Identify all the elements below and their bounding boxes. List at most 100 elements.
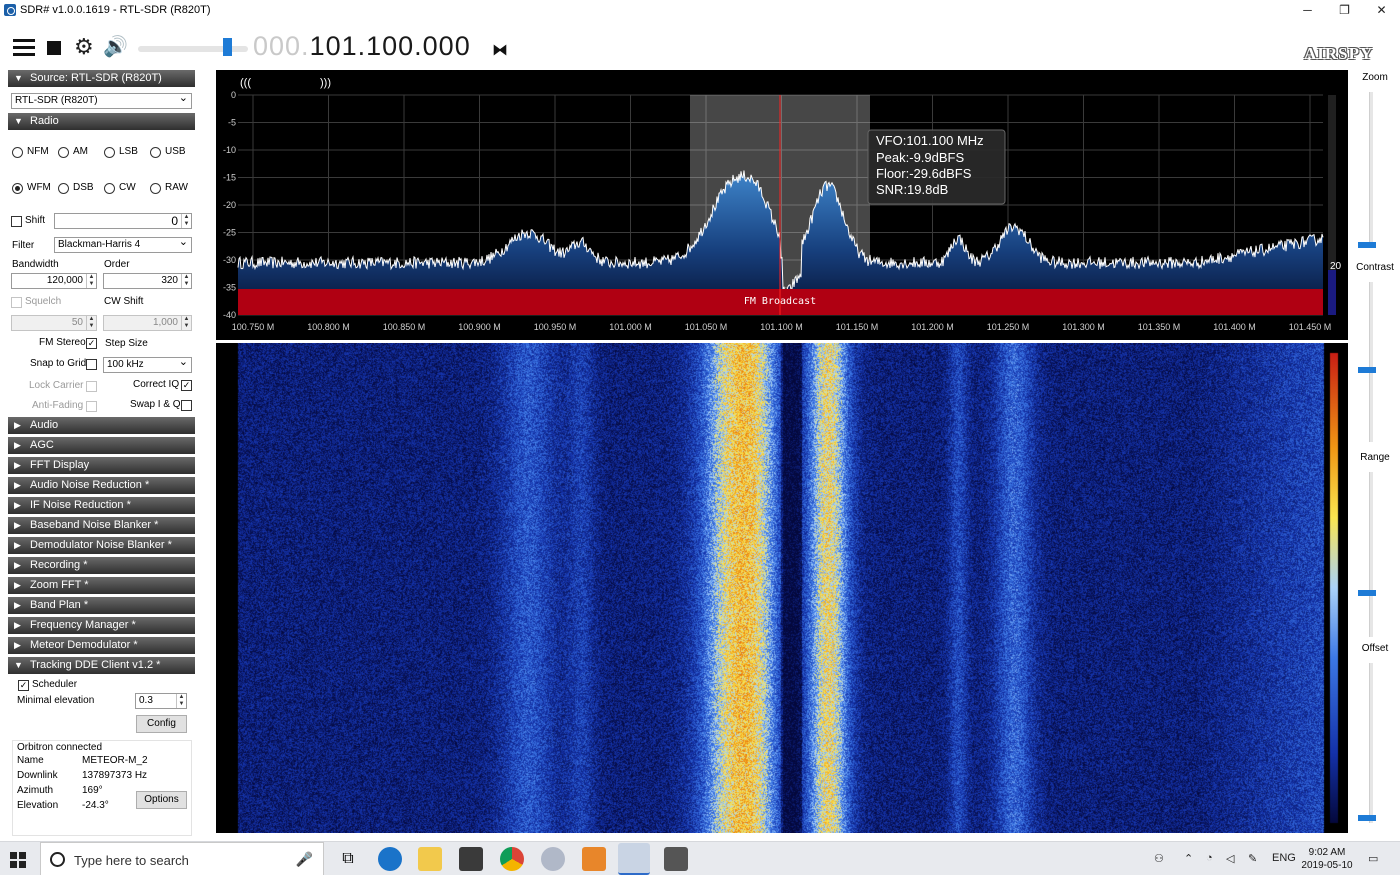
- contrast-slider-thumb[interactable]: [1358, 367, 1376, 373]
- plugin-section-zoom-fft[interactable]: ▶ Zoom FFT *: [8, 577, 195, 594]
- task-view-icon[interactable]: ⧉: [336, 847, 360, 871]
- stop-icon[interactable]: [47, 41, 61, 55]
- mode-radio-usb[interactable]: [150, 147, 161, 158]
- chrome-icon[interactable]: [500, 847, 524, 871]
- microphone-icon[interactable]: 🎤: [296, 851, 313, 868]
- correct-iq-checkbox[interactable]: ✓: [181, 380, 192, 391]
- bandwidth-input[interactable]: 120,000 ▲ ▼: [11, 273, 97, 289]
- app-icon-grey[interactable]: [664, 847, 688, 871]
- plugin-section-agc[interactable]: ▶ AGC: [8, 437, 195, 454]
- mail-icon[interactable]: [459, 847, 483, 871]
- swap-iq-checkbox[interactable]: [181, 400, 192, 411]
- frequency-display[interactable]: 000.101.100.000: [253, 31, 471, 62]
- plugin-section-fft-display[interactable]: ▶ FFT Display: [8, 457, 195, 474]
- language-indicator[interactable]: ENG: [1272, 852, 1296, 864]
- radio-section-header[interactable]: ▼ Radio: [8, 113, 195, 130]
- show-hidden-icons-chevron-icon[interactable]: ⌃: [1184, 852, 1193, 865]
- plugin-section-frequency-manager[interactable]: ▶ Frequency Manager *: [8, 617, 195, 634]
- tooltip-vfo: VFO:101.100 MHz: [876, 133, 984, 148]
- speaker-icon[interactable]: 🔊: [103, 36, 128, 58]
- squelch-input[interactable]: 50 ▲ ▼: [11, 315, 97, 331]
- filter-select[interactable]: Blackman-Harris 4: [54, 235, 192, 253]
- range-slider-thumb[interactable]: [1358, 590, 1376, 596]
- tracking-section-header[interactable]: ▼ Tracking DDE Client v1.2 *: [8, 657, 195, 674]
- orbitron-icon[interactable]: [541, 847, 565, 871]
- menu-icon[interactable]: [13, 39, 35, 57]
- filter-label: Filter: [12, 240, 35, 251]
- network-icon[interactable]: ◔: [1206, 852, 1213, 864]
- name-label: Name: [17, 755, 44, 766]
- volume-icon[interactable]: ◁: [1226, 852, 1234, 865]
- file-explorer-icon[interactable]: [418, 847, 442, 871]
- spectrum-plot[interactable]: 0 -5 -10 -15 -20 -25 -30 -35 -40 100.750 M 100.800…: [216, 70, 1348, 340]
- mode-radio-cw[interactable]: [104, 183, 115, 194]
- cw-shift-input[interactable]: 1,000 ▲ ▼: [103, 315, 192, 331]
- app-icon-burst[interactable]: [582, 847, 606, 871]
- plugin-section-baseband-noise-blanker[interactable]: ▶ Baseband Noise Blanker *: [8, 517, 195, 534]
- search-placeholder: Type here to search: [74, 853, 189, 868]
- minimize-button[interactable]: ─: [1289, 0, 1326, 20]
- close-button[interactable]: ✕: [1363, 0, 1400, 20]
- min-elevation-label: Minimal elevation: [17, 695, 95, 706]
- plugin-section-audio[interactable]: ▶ Audio: [8, 417, 195, 434]
- gear-icon[interactable]: ⚙: [74, 36, 94, 58]
- contrast-slider[interactable]: [1369, 282, 1373, 442]
- plugin-section-demodulator-noise-blanker[interactable]: ▶ Demodulator Noise Blanker *: [8, 537, 195, 554]
- offset-slider[interactable]: [1369, 663, 1373, 823]
- maximize-button[interactable]: ❐: [1326, 0, 1363, 20]
- snap-to-grid-checkbox[interactable]: [86, 359, 97, 370]
- edge-browser-icon[interactable]: [378, 847, 402, 871]
- spectrum-x-tick: 100.900 M: [458, 322, 501, 332]
- action-center-icon[interactable]: ▭: [1368, 852, 1378, 865]
- range-slider[interactable]: [1369, 472, 1373, 637]
- volume-slider-thumb[interactable]: [223, 38, 232, 56]
- plugin-section-recording[interactable]: ▶ Recording *: [8, 557, 195, 574]
- expand-triangle-icon: ▶: [14, 560, 21, 570]
- pen-icon[interactable]: ✎: [1248, 852, 1257, 865]
- plugin-section-band-plan[interactable]: ▶ Band Plan *: [8, 597, 195, 614]
- config-button[interactable]: Config: [136, 715, 187, 733]
- options-button[interactable]: Options: [136, 791, 187, 809]
- zoom-slider-thumb[interactable]: [1358, 242, 1376, 248]
- waterfall-display[interactable]: [216, 343, 1348, 833]
- lock-carrier-checkbox[interactable]: [86, 381, 97, 392]
- mode-radio-dsb[interactable]: [58, 183, 69, 194]
- plugin-section-if-noise-reduction[interactable]: ▶ IF Noise Reduction *: [8, 497, 195, 514]
- expand-triangle-icon: ▶: [14, 640, 21, 650]
- squelch-checkbox[interactable]: [11, 297, 22, 308]
- shift-checkbox[interactable]: [11, 216, 22, 227]
- tuning-mode-icon[interactable]: ⧓: [492, 40, 508, 60]
- lock-carrier-label: Lock Carrier: [29, 380, 84, 391]
- frequency-leading-digits[interactable]: 000.: [253, 31, 310, 61]
- fm-stereo-checkbox[interactable]: ✓: [86, 338, 97, 349]
- taskbar-search-box[interactable]: Type here to search 🎤: [40, 842, 324, 875]
- sdrsharp-taskbar-button[interactable]: [618, 843, 650, 875]
- spectrum-y-tick: -10: [223, 145, 236, 155]
- order-input[interactable]: 320 ▲ ▼: [103, 273, 192, 289]
- scheduler-checkbox[interactable]: ✓: [18, 680, 29, 691]
- system-clock[interactable]: 9:02 AM 2019-05-10: [1297, 846, 1357, 872]
- mode-radio-lsb[interactable]: [104, 147, 115, 158]
- mode-radio-raw[interactable]: [150, 183, 161, 194]
- waterfall-canvas[interactable]: [216, 343, 1348, 833]
- frequency-digits[interactable]: 101.100.000: [310, 31, 471, 61]
- step-size-select[interactable]: 100 kHz: [103, 355, 192, 373]
- expand-triangle-icon: ▶: [14, 440, 21, 450]
- plugin-section-meteor-demodulator[interactable]: ▶ Meteor Demodulator *: [8, 637, 195, 654]
- shift-input[interactable]: 0 ▲ ▼: [54, 213, 192, 229]
- offset-slider-thumb[interactable]: [1358, 815, 1376, 821]
- mode-radio-wfm[interactable]: [12, 183, 23, 194]
- windows-start-icon[interactable]: [10, 852, 26, 868]
- min-elevation-input[interactable]: 0.3 ▲ ▼: [135, 693, 187, 709]
- mode-radio-am[interactable]: [58, 147, 69, 158]
- source-device-select[interactable]: RTL-SDR (R820T): [11, 91, 192, 109]
- source-section-header[interactable]: ▼ Source: RTL-SDR (R820T): [8, 70, 195, 87]
- step-size-label: Step Size: [105, 338, 148, 349]
- people-icon[interactable]: ⚇: [1154, 852, 1164, 865]
- anti-fading-checkbox[interactable]: [86, 401, 97, 412]
- mode-radio-nfm[interactable]: [12, 147, 23, 158]
- spectrum-side-value: 20: [1330, 261, 1342, 272]
- zoom-slider[interactable]: [1369, 92, 1373, 242]
- spectrum-analyzer[interactable]: 0 -5 -10 -15 -20 -25 -30 -35 -40 100.750 M 100.800…: [216, 70, 1348, 340]
- plugin-section-audio-noise-reduction[interactable]: ▶ Audio Noise Reduction *: [8, 477, 195, 494]
